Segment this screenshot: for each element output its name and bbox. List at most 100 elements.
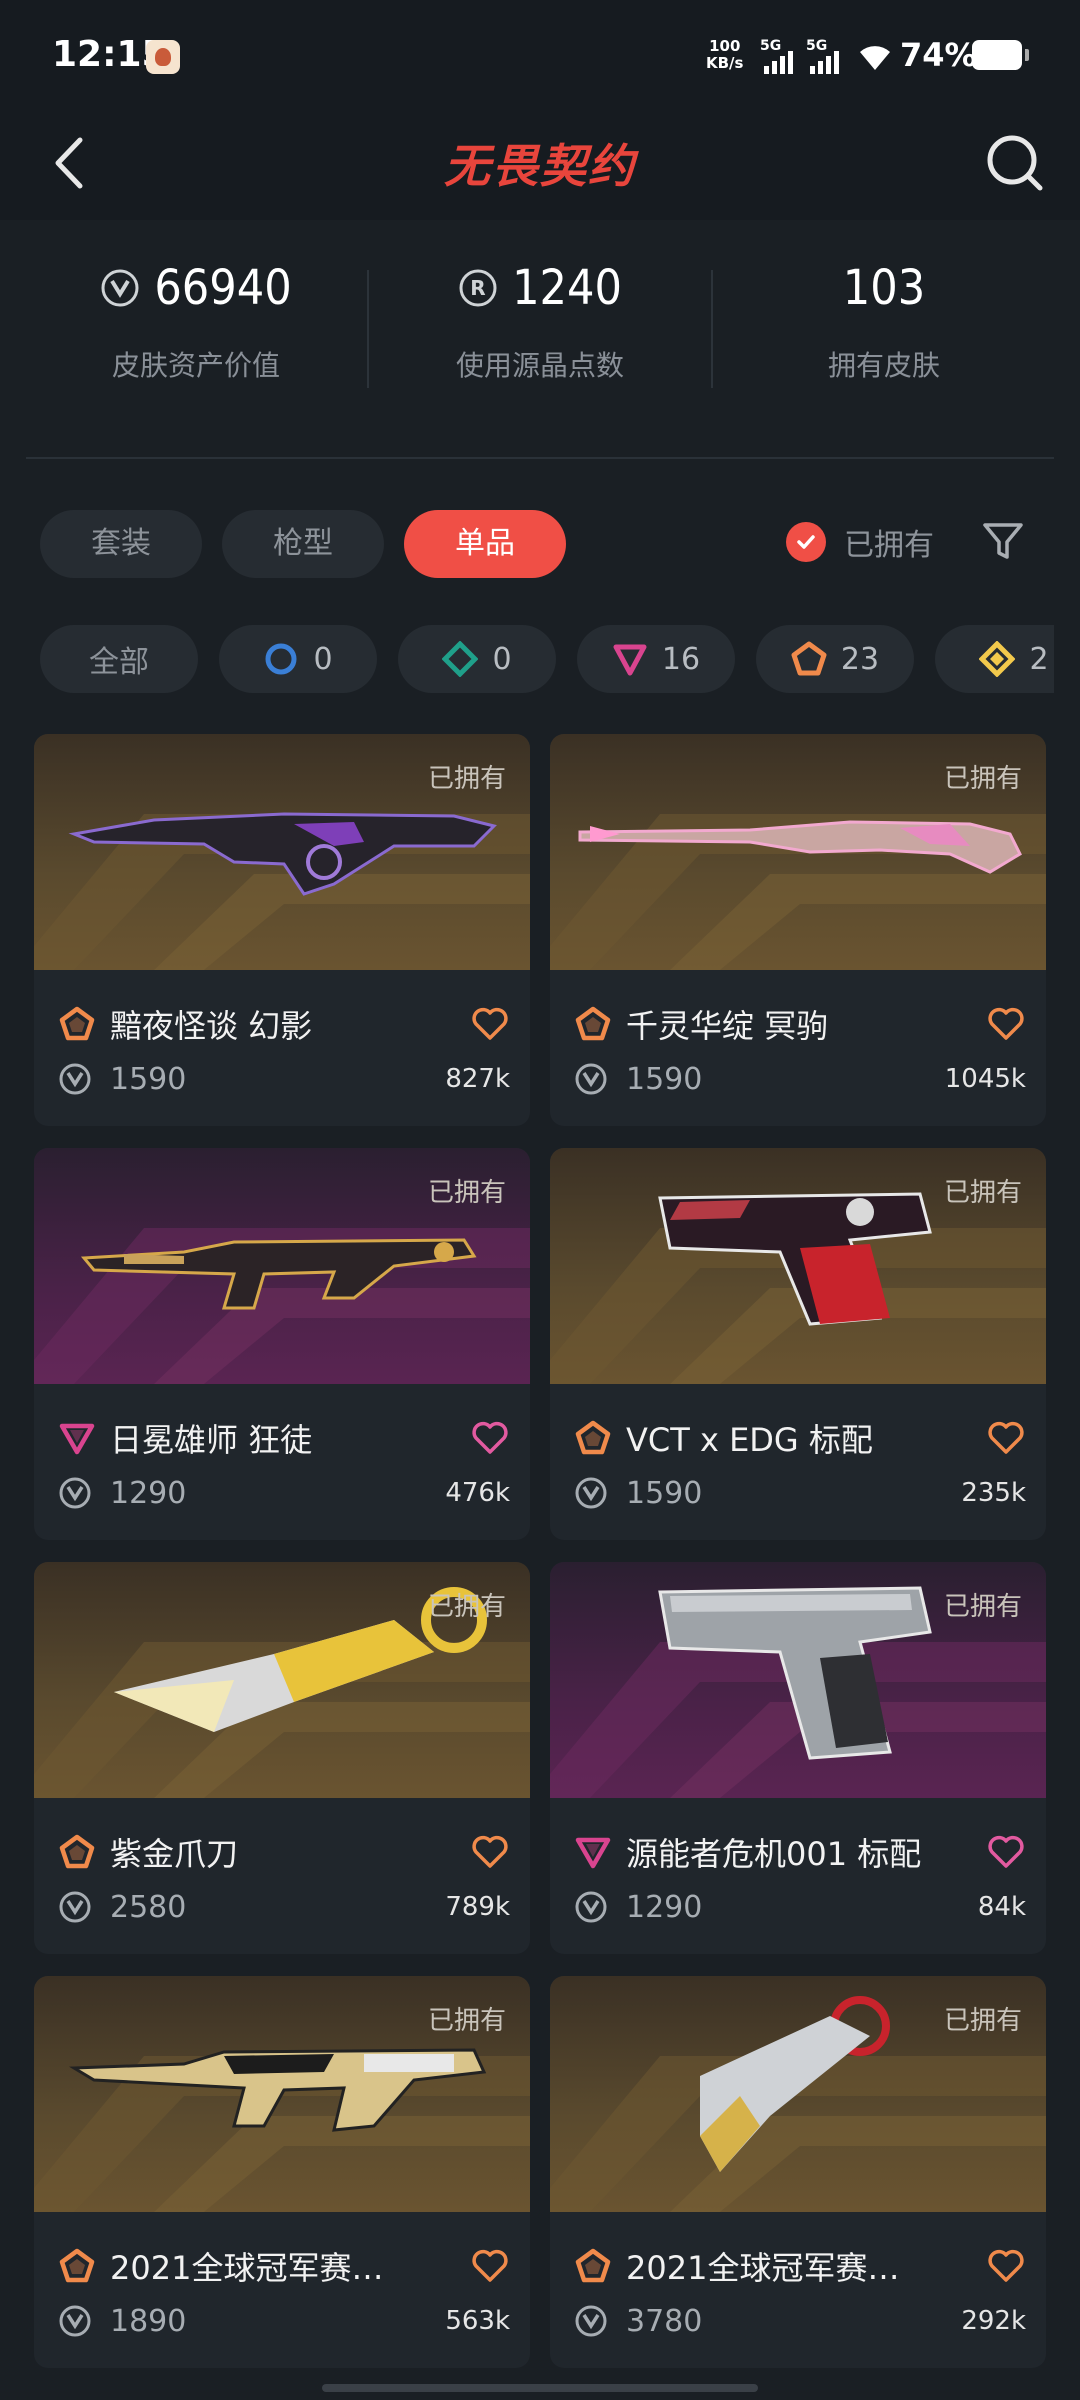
tab-single-items[interactable]: 单品 [404,510,566,578]
stat-value: 1240 [512,260,622,316]
heart-icon[interactable] [986,1418,1026,1458]
stat-label: 使用源晶点数 [455,349,624,382]
skin-name: 日冕雄师 狂徒 [110,1421,313,1459]
tab-weapon-type[interactable]: 枪型 [222,510,384,578]
skin-card[interactable]: 已拥有 紫金爪刀 2580 789k [34,1562,530,1954]
stat-owned-skins: 103 拥有皮肤 [712,260,1056,384]
exclusive-tier-icon [575,1006,611,1041]
app-notification-icon [146,40,180,74]
search-button[interactable] [980,128,1050,198]
stat-value: 103 [842,260,926,316]
premium-tier-icon [613,644,647,676]
wifi-icon [860,46,890,70]
vp-coin-icon [59,1477,91,1509]
select-tier-icon [265,643,297,675]
skin-name: 千灵华绽 冥驹 [626,1007,829,1045]
battery-icon [972,40,1029,70]
skin-name: 2021全球冠军赛… [626,2249,900,2287]
exclusive-tier-icon [59,1006,95,1041]
skin-card[interactable]: 已拥有 日冕雄师 狂徒 1290 476k [34,1148,530,1540]
skin-name: 源能者危机001 标配 [626,1835,922,1873]
signal-2-icon: 5G [806,38,846,74]
filter-button[interactable] [980,518,1026,564]
tier-deluxe[interactable]: 0 [398,625,556,693]
owned-badge: 已拥有 [943,2006,1022,2036]
tab-bundles[interactable]: 套装 [40,510,202,578]
search-icon [987,135,1043,191]
exclusive-tier-icon [59,2248,95,2283]
skin-name: 紫金爪刀 [110,1835,239,1873]
tier-count: 0 [492,641,512,677]
skin-price: 1590 [626,1061,703,1097]
skin-name: VCT x EDG 标配 [626,1421,873,1459]
check-icon [786,522,826,562]
exclusive-tier-icon [575,2248,611,2283]
tier-ultra[interactable]: 2 [935,625,1054,693]
owned-badge: 已拥有 [427,2006,506,2036]
network-speed-value: 100 [709,37,741,55]
owned-badge: 已拥有 [427,764,506,794]
stat-label: 皮肤资产价值 [111,349,280,382]
stats-panel: 66940 皮肤资产价值 R 1240 使用源晶点数 103 拥有皮肤 [0,220,1080,460]
heart-icon[interactable] [470,1832,510,1872]
svg-text:R: R [470,276,485,300]
funnel-icon [983,523,1023,559]
like-count: 827k [445,1064,510,1094]
page-title: 无畏契约 [444,139,636,193]
skin-card[interactable]: 已拥有 源能者危机001 标配 1290 84k [550,1562,1046,1954]
skin-image: 已拥有 [550,1148,1046,1384]
skin-card[interactable]: 已拥有 VCT x EDG 标配 1590 235k [550,1148,1046,1540]
tier-exclusive[interactable]: 23 [756,625,914,693]
heart-icon[interactable] [986,2246,1026,2286]
owned-badge: 已拥有 [943,1592,1022,1622]
tier-premium[interactable]: 16 [577,625,735,693]
like-count: 235k [961,1478,1026,1508]
vp-coin-icon [575,1891,607,1923]
exclusive-tier-icon [59,1834,95,1869]
skin-price: 3780 [626,2303,703,2339]
skin-image: 已拥有 [34,1562,530,1798]
home-indicator[interactable] [322,2384,758,2392]
heart-icon[interactable] [470,1418,510,1458]
tier-count: 16 [661,641,701,677]
owned-filter-label: 已拥有 [844,528,934,563]
owned-filter-toggle[interactable]: 已拥有 [786,512,934,572]
vp-coin-icon [575,2305,607,2337]
stat-value: 66940 [154,260,292,316]
skin-image: 已拥有 [34,1976,530,2212]
tier-count: 2 [1029,641,1049,677]
skin-image: 已拥有 [550,1562,1046,1798]
skin-card[interactable]: 已拥有 2021全球冠军赛… 1890 563k [34,1976,530,2368]
skin-name: 2021全球冠军赛… [110,2249,384,2287]
skin-image: 已拥有 [34,1148,530,1384]
heart-icon[interactable] [986,1004,1026,1044]
skin-card[interactable]: 已拥有 黯夜怪谈 幻影 1590 827k [34,734,530,1126]
skin-card[interactable]: 已拥有 2021全球冠军赛… 3780 292k [550,1976,1046,2368]
vp-coin-icon [59,1063,91,1095]
divider [26,457,1054,459]
stat-skin-value: 66940 皮肤资产价值 [24,260,368,384]
heart-icon[interactable] [470,2246,510,2286]
heart-icon[interactable] [470,1004,510,1044]
tier-all[interactable]: 全部 [40,625,198,693]
tier-count: 0 [313,641,333,677]
like-count: 1045k [944,1064,1026,1094]
app-header: 无畏契约 [0,110,1080,220]
deluxe-tier-icon [442,641,479,677]
owned-badge: 已拥有 [427,1592,506,1622]
premium-tier-icon [575,1837,611,1869]
premium-tier-icon [59,1423,95,1455]
status-bar: 12:15 100 KB/s 5G 5G 74% [0,0,1080,110]
heart-icon[interactable] [986,1832,1026,1872]
tier-select[interactable]: 0 [219,625,377,693]
radianite-icon: R [459,269,497,307]
like-count: 789k [445,1892,510,1922]
skin-image: 已拥有 [34,734,530,970]
network-speed: 100 KB/s [706,38,743,72]
skin-price: 1890 [110,2303,187,2339]
vp-coin-icon [575,1477,607,1509]
signal-1-icon: 5G [760,38,800,74]
skin-card[interactable]: 已拥有 千灵华绽 冥驹 1590 1045k [550,734,1046,1126]
skin-price: 1590 [626,1475,703,1511]
vp-coin-icon [59,2305,91,2337]
